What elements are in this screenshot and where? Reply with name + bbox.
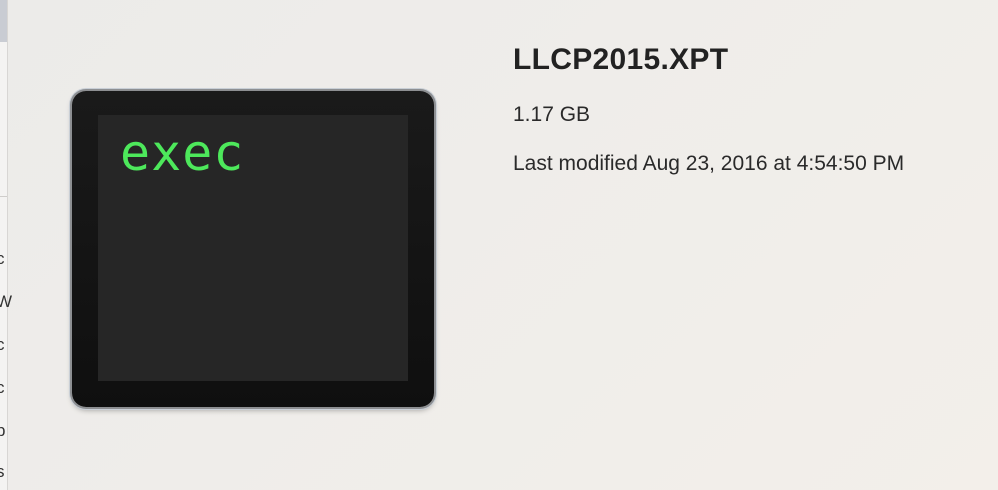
background-window-edge: c W c c p s [0, 0, 13, 490]
terminal-exec-icon: exec [72, 91, 434, 407]
background-text-fragment: s [0, 462, 5, 481]
background-text-fragment: W [0, 292, 13, 311]
background-window-divider [0, 196, 7, 197]
file-name: LLCP2015.XPT [513, 43, 729, 76]
file-info-panel: LLCP2015.XPT 1.17 GB Last modified Aug 2… [513, 38, 983, 175]
exec-label: exec [120, 124, 245, 182]
background-window-toolbar [0, 0, 7, 42]
terminal-screen: exec [98, 115, 408, 381]
file-modified-date: Last modified Aug 23, 2016 at 4:54:50 PM [513, 152, 905, 175]
background-text-fragment: p [0, 421, 6, 440]
background-text-fragment: c [0, 378, 5, 397]
file-size: 1.17 GB [513, 103, 591, 126]
background-text-fragment: c [0, 249, 5, 268]
background-text-fragment: c [0, 335, 5, 354]
